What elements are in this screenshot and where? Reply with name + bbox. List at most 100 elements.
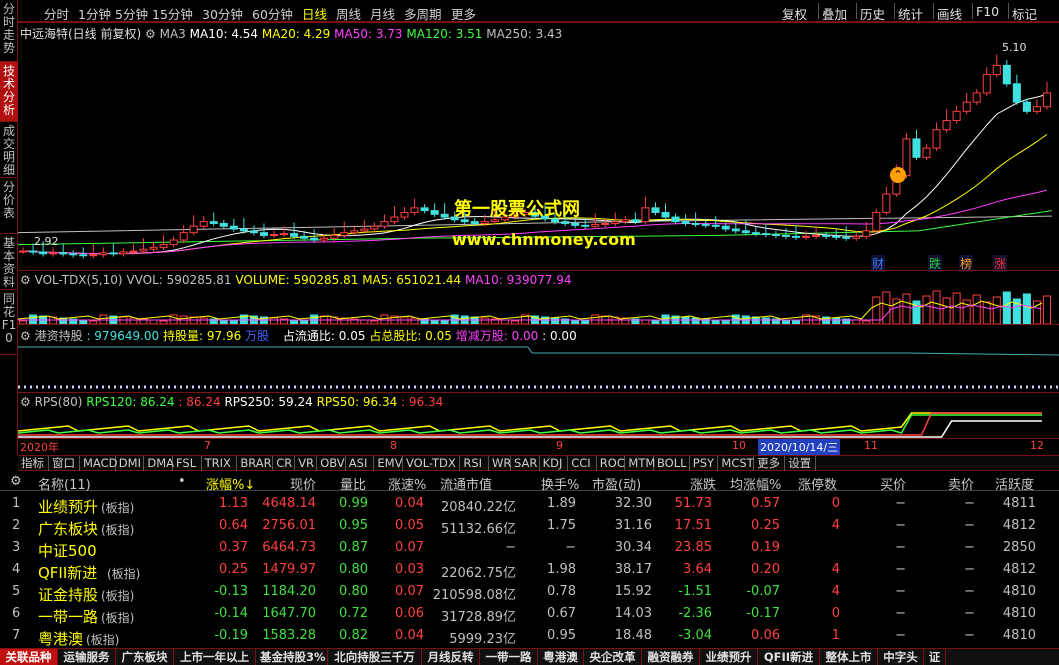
indicator-tab-17[interactable]: KDJ — [540, 456, 569, 471]
indicator-tab-4[interactable]: DMA — [144, 456, 174, 471]
col-header-9[interactable]: 涨跌 — [690, 474, 716, 493]
indicator-tab-5[interactable]: FSL — [173, 456, 202, 471]
table-row[interactable]: 1 业绩预升 (板指) 1.13 4648.14 0.99 0.04 20840.22亿 1.8… — [0, 493, 1059, 516]
indicator-tab-22[interactable]: PSY — [690, 456, 719, 471]
period-tab-0[interactable]: 分时 — [44, 4, 69, 23]
bottom-tab-8[interactable]: 粤港澳 — [538, 649, 584, 665]
indicator-tab-11[interactable]: ASI — [346, 456, 375, 471]
indicator-tab-14[interactable]: RSI — [460, 456, 489, 471]
indicator-tab-23[interactable]: MCST — [718, 456, 755, 471]
side-tab-3[interactable]: 分价表 — [0, 178, 18, 234]
bottom-tab-14[interactable]: 中字头 — [878, 649, 924, 665]
cell-5: 0.80 — [339, 584, 368, 599]
col-header-14[interactable]: 活跃度 — [995, 474, 1034, 493]
period-tab-9[interactable]: 多周期 — [404, 4, 442, 23]
bottom-tab-2[interactable]: 广东板块 — [116, 649, 174, 665]
indicator-tab-9[interactable]: VR — [295, 456, 318, 471]
tool-2[interactable]: 历史 — [860, 4, 885, 23]
bottom-tab-1[interactable]: 运输服务 — [58, 649, 116, 665]
indicator-tab-8[interactable]: CR — [273, 456, 296, 471]
period-tab-6[interactable]: 日线 — [302, 4, 327, 23]
vol-ma10: MA10: 939077.94 — [464, 273, 572, 287]
col-header-0[interactable]: 名称(11) — [38, 474, 91, 493]
indicator-tab-19[interactable]: ROC — [597, 456, 626, 471]
tool-5[interactable]: F10 — [976, 4, 999, 19]
bottom-tab-3[interactable]: 上市一年以上 — [174, 649, 256, 665]
indicator-tab-16[interactable]: SAR — [511, 456, 540, 471]
col-header-2[interactable]: 涨幅%↓ — [206, 474, 255, 493]
bottom-tab-6[interactable]: 月线反转 — [422, 649, 480, 665]
bottom-tab-11[interactable]: 业绩预升 — [700, 649, 758, 665]
period-tab-7[interactable]: 周线 — [336, 4, 361, 23]
candle-9 — [109, 243, 118, 257]
cell-7: 20840.22亿 — [440, 500, 516, 515]
side-tab-0[interactable]: 分时走势 — [0, 0, 18, 62]
table-row[interactable]: 5 证金持股 (板指) -0.13 1184.20 0.80 0.07 210598.08亿 0… — [0, 581, 1059, 604]
vol-settings-icon[interactable]: ⚙ — [20, 273, 31, 287]
col-header-7[interactable]: 换手% — [541, 474, 579, 493]
indicator-tab-10[interactable]: OBV — [317, 456, 346, 471]
bottom-tab-0[interactable]: 关联品种 — [0, 649, 58, 665]
bottom-tab-9[interactable]: 央企改革 — [584, 649, 642, 665]
indicator-tab-0[interactable]: 指标 — [18, 456, 49, 471]
col-header-6[interactable]: 流通市值 — [440, 474, 492, 493]
side-tab-2[interactable]: 成交明细 — [0, 122, 18, 178]
col-header-3[interactable]: 现价 — [290, 474, 316, 493]
period-tab-8[interactable]: 月线 — [370, 4, 395, 23]
main-kline-chart[interactable]: 中远海特(日线 前复权) ⚙ MA3 MA10: 4.54 MA20: 4.29… — [18, 22, 1059, 272]
col-header-5[interactable]: 涨速% — [388, 474, 426, 493]
table-row[interactable]: 6 一带一路 (板指) -0.14 1647.70 0.72 0.06 31728.89亿 0.… — [0, 603, 1059, 626]
col-header-11[interactable]: 涨停数 — [798, 474, 837, 493]
indicator-tab-12[interactable]: EMV — [374, 456, 403, 471]
period-tab-3[interactable]: 15分钟 — [152, 4, 193, 23]
hk-holding-pane[interactable]: ⚙ 港资持股 : 979649.00 持股量: 97.96 万股 占流通比: 0… — [18, 324, 1059, 392]
side-tab-5[interactable]: 同花F10 — [0, 290, 18, 355]
tool-1[interactable]: 叠加 — [822, 4, 847, 23]
indicator-tab-6[interactable]: TRIX — [202, 456, 238, 471]
indicator-tab-21[interactable]: BOLL — [654, 456, 690, 471]
col-header-10[interactable]: 均涨幅% — [730, 474, 781, 493]
rps-settings-icon[interactable]: ⚙ — [20, 395, 31, 409]
bottom-tab-5[interactable]: 北向持股三千万 — [328, 649, 422, 665]
volume-pane[interactable]: ⚙ VOL-TDX(5,10) VVOL: 590285.81 VOLUME: … — [18, 270, 1059, 325]
col-header-4[interactable]: 量比 — [340, 474, 366, 493]
bottom-tab-13[interactable]: 整体上市 — [820, 649, 878, 665]
event-marker-icon[interactable]: ⌃ — [890, 167, 906, 183]
table-row[interactable]: 7 粤港澳 (板指) -0.19 1583.28 0.82 0.04 5999.23亿 0.95… — [0, 625, 1059, 648]
table-row[interactable]: 4 QFII新进 (板指) 0.25 1479.97 0.80 0.03 22062.75亿 1… — [0, 559, 1059, 582]
bottom-tab-15[interactable]: 证 — [924, 649, 946, 665]
indicator-tab-25[interactable]: 设置 — [785, 456, 817, 471]
indicator-tab-15[interactable]: WR — [489, 456, 511, 471]
bottom-tab-10[interactable]: 融资融券 — [642, 649, 700, 665]
indicator-tab-7[interactable]: BRAR — [237, 456, 274, 471]
table-row[interactable]: 2 广东板块 (板指) 0.64 2756.01 0.95 0.05 51132.66亿 1.7… — [0, 515, 1059, 538]
col-header-13[interactable]: 卖价 — [948, 474, 974, 493]
col-header-1[interactable]: • — [178, 474, 186, 489]
col-header-12[interactable]: 买价 — [880, 474, 906, 493]
period-tab-1[interactable]: 1分钟 — [78, 4, 111, 23]
indicator-tab-3[interactable]: DMI — [116, 456, 145, 471]
indicator-tab-20[interactable]: MTM — [625, 456, 655, 471]
indicator-tab-18[interactable]: CCI — [568, 456, 597, 471]
period-tab-5[interactable]: 60分钟 — [252, 4, 293, 23]
indicator-tab-13[interactable]: VOL-TDX — [403, 456, 461, 471]
tool-3[interactable]: 统计 — [898, 4, 923, 23]
period-tab-2[interactable]: 5分钟 — [115, 4, 148, 23]
period-tab-10[interactable]: 更多 — [451, 4, 476, 23]
tool-0[interactable]: 复权 — [782, 4, 807, 23]
side-tab-4[interactable]: 基本资料 — [0, 234, 18, 290]
bottom-tab-7[interactable]: 一带一路 — [480, 649, 538, 665]
tool-4[interactable]: 画线 — [937, 4, 962, 23]
col-header-8[interactable]: 市盈(动) — [592, 474, 641, 493]
table-settings-icon[interactable]: ⚙ — [10, 474, 22, 489]
rps-pane[interactable]: ⚙ RPS(80) RPS120: 86.24 : 86.24 RPS250: … — [18, 392, 1059, 438]
tool-6[interactable]: 标记 — [1012, 4, 1037, 23]
period-tab-4[interactable]: 30分钟 — [202, 4, 243, 23]
indicator-tab-2[interactable]: MACD — [80, 456, 117, 471]
indicator-tab-1[interactable]: 窗口 — [49, 456, 80, 471]
bottom-tab-12[interactable]: QFII新进 — [758, 649, 820, 665]
table-row[interactable]: 3 中证500 0.37 6464.73 0.87 0.07 − − 30.34 23.85 0.1… — [0, 537, 1059, 560]
indicator-tab-24[interactable]: 更多 — [754, 456, 786, 471]
bottom-tab-4[interactable]: 基金持股3% — [256, 649, 328, 665]
side-tab-1[interactable]: 技术分析 — [0, 62, 18, 122]
